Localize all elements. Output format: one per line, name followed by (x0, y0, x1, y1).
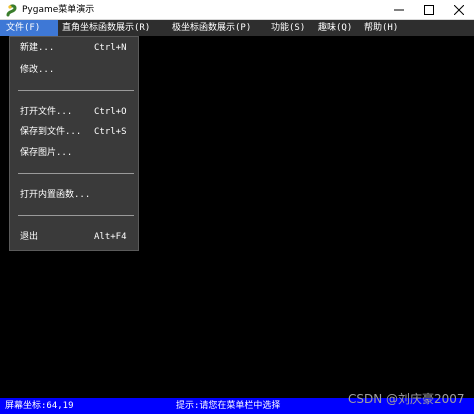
menu-item-label: 退出 (20, 232, 39, 242)
menu-separator (18, 173, 134, 174)
close-button[interactable] (444, 0, 474, 20)
menu-file[interactable]: 文件(F) (0, 20, 58, 36)
menu-item-save-to-file[interactable]: 保存到文件... Ctrl+S (10, 124, 138, 140)
file-dropdown-menu: 新建... Ctrl+N 修改... 打开文件... Ctrl+O 保存到文件.… (9, 36, 139, 251)
minimize-icon (394, 9, 404, 11)
menu-item-shortcut: Ctrl+N (94, 43, 127, 53)
menu-item-edit[interactable]: 修改... (10, 62, 138, 78)
menu-item-label: 打开内置函数... (20, 190, 91, 200)
menu-item-label: 打开文件... (20, 107, 73, 117)
close-icon (454, 5, 464, 15)
menu-features[interactable]: 功能(S) (271, 20, 305, 36)
menu-item-shortcut: Ctrl+O (94, 107, 127, 117)
window-title: Pygame菜单演示 (22, 5, 95, 15)
menu-item-save-image[interactable]: 保存图片... (10, 145, 138, 161)
menu-cartesian[interactable]: 直角坐标函数展示(R) (62, 20, 150, 36)
menu-item-label: 新建... (20, 43, 55, 53)
menu-item-label: 保存图片... (20, 148, 73, 158)
menu-item-exit[interactable]: 退出 Alt+F4 (10, 229, 138, 245)
menu-help[interactable]: 帮助(H) (364, 20, 398, 36)
snake-icon (5, 3, 19, 17)
maximize-button[interactable] (414, 0, 444, 20)
menu-item-shortcut: Alt+F4 (94, 232, 127, 242)
title-bar[interactable]: Pygame菜单演示 (0, 0, 474, 20)
menu-item-label: 保存到文件... (20, 127, 82, 137)
menu-separator (18, 215, 134, 216)
menu-fun[interactable]: 趣味(Q) (318, 20, 352, 36)
status-coordinates: 屏幕坐标:64,19 (5, 401, 74, 411)
menu-bar: 文件(F) 直角坐标函数展示(R) 极坐标函数展示(P) 功能(S) 趣味(Q)… (0, 20, 474, 36)
watermark: CSDN @刘庆豪2007 (348, 392, 465, 406)
menu-item-shortcut: Ctrl+S (94, 127, 127, 137)
menu-separator (18, 90, 134, 91)
menu-item-open-file[interactable]: 打开文件... Ctrl+O (10, 104, 138, 120)
menu-item-new[interactable]: 新建... Ctrl+N (10, 40, 138, 56)
minimize-button[interactable] (384, 0, 414, 20)
maximize-icon (424, 5, 434, 15)
menu-polar[interactable]: 极坐标函数展示(P) (172, 20, 251, 36)
menu-item-label: 修改... (20, 65, 55, 75)
status-hint: 提示:请您在菜单栏中选择 (176, 401, 281, 411)
menu-item-open-builtin[interactable]: 打开内置函数... (10, 187, 138, 203)
